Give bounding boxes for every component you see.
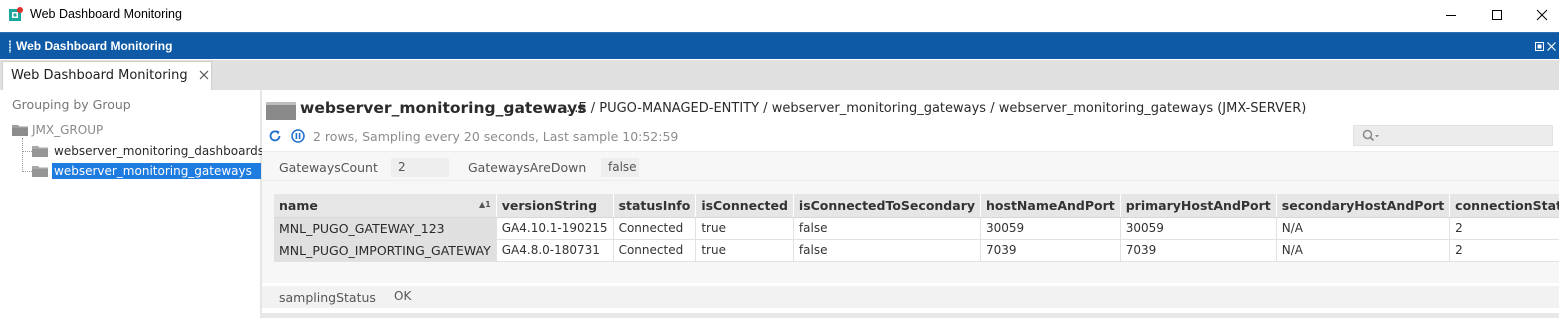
minimize-button[interactable] xyxy=(1428,0,1474,30)
bottom-scroll-strip xyxy=(262,313,1559,318)
sampling-status-bar: samplingStatus OK xyxy=(262,286,1559,308)
gateways-down-label: GatewaysAreDown xyxy=(468,160,587,175)
breadcrumb-path: ...E / PUGO-MANAGED-ENTITY / webserver_m… xyxy=(566,101,1307,116)
tree-root-jmx-group[interactable]: JMX_GROUP xyxy=(12,122,103,138)
cell-name: MNL_PUGO_IMPORTING_GATEWAY xyxy=(274,239,497,262)
restore-panel-icon[interactable] xyxy=(1535,42,1544,51)
gateways-table: name ▲1 versionString statusInfo isConnec… xyxy=(274,194,1559,262)
dataview-icon xyxy=(266,102,296,120)
column-header-label: name xyxy=(279,197,318,213)
column-header-secondaryhostandport[interactable]: secondaryHostAndPort xyxy=(1276,194,1451,218)
maximize-button[interactable] xyxy=(1474,0,1520,30)
tree-item-label: webserver_monitoring_dashboards xyxy=(54,144,265,158)
cell-hostnameandport: 7039 xyxy=(980,239,1121,262)
tree-root-label: JMX_GROUP xyxy=(32,123,104,137)
cell-name: MNL_PUGO_GATEWAY_123 xyxy=(274,217,497,240)
cell-secondaryhostandport: N/A xyxy=(1276,217,1451,240)
cell-primaryhostandport: 30059 xyxy=(1120,217,1277,240)
cell-statusinfo: Connected xyxy=(613,217,697,240)
cell-versionstring: GA4.8.0-180731 xyxy=(496,239,614,262)
tree-connector xyxy=(22,138,23,172)
table-row[interactable]: MNL_PUGO_GATEWAY_123 GA4.10.1-190215 Con… xyxy=(274,217,1559,240)
cell-isconnected: true xyxy=(695,239,794,262)
table-row[interactable]: MNL_PUGO_IMPORTING_GATEWAY GA4.8.0-18073… xyxy=(274,239,1559,262)
folder-icon xyxy=(32,146,48,157)
status-text: 2 rows, Sampling every 20 seconds, Last … xyxy=(313,128,679,144)
minimize-icon xyxy=(1446,15,1456,16)
folder-icon xyxy=(12,125,28,136)
sampling-status-value: OK xyxy=(387,288,419,306)
tab-web-dashboard-monitoring[interactable]: Web Dashboard Monitoring xyxy=(2,61,212,90)
window-titlebar: Web Dashboard Monitoring xyxy=(0,0,1559,30)
tree-item-webserver-monitoring-dashboards[interactable]: webserver_monitoring_dashboards xyxy=(32,141,266,161)
gateways-count-value: 2 xyxy=(391,158,449,177)
close-icon xyxy=(1536,9,1548,21)
data-table-area: name ▲1 versionString statusInfo isConnec… xyxy=(262,181,1559,283)
tab-close-icon[interactable] xyxy=(199,70,209,80)
cell-hostnameandport: 30059 xyxy=(980,217,1121,240)
tab-label: Web Dashboard Monitoring xyxy=(11,68,188,83)
column-header-isconnectedtosecondary[interactable]: isConnectedToSecondary xyxy=(793,194,982,218)
search-input[interactable] xyxy=(1353,125,1553,146)
close-window-button[interactable] xyxy=(1519,0,1559,30)
cell-connectionstate: 2 xyxy=(1449,239,1559,262)
app-icon xyxy=(9,7,23,21)
drag-grip-icon[interactable] xyxy=(9,40,11,53)
tree-item-label: webserver_monitoring_gateways xyxy=(52,163,261,179)
search-icon xyxy=(1362,129,1379,142)
maximize-icon xyxy=(1492,10,1502,20)
pause-icon[interactable] xyxy=(291,129,305,143)
sampling-status-row: 2 rows, Sampling every 20 seconds, Last … xyxy=(268,127,678,145)
tree-connector xyxy=(22,151,32,152)
cell-connectionstate: 2 xyxy=(1449,217,1559,240)
refresh-icon[interactable] xyxy=(268,129,282,143)
column-header-name[interactable]: name ▲1 xyxy=(274,194,497,218)
dataview-panel: webserver_monitoring_gateways ...E / PUG… xyxy=(262,90,1559,318)
sidebar-heading: Grouping by Group xyxy=(12,97,131,112)
tree-item-webserver-monitoring-gateways[interactable]: webserver_monitoring_gateways xyxy=(32,161,261,181)
gateways-down-value: false xyxy=(601,158,639,177)
tree-connector xyxy=(22,171,32,172)
dataview-title: webserver_monitoring_gateways xyxy=(300,99,587,117)
cell-versionstring: GA4.10.1-190215 xyxy=(496,217,614,240)
close-panel-icon[interactable] xyxy=(1547,42,1556,51)
grouping-sidebar: Grouping by Group JMX_GROUP webserver_mo… xyxy=(0,90,264,318)
gateways-count-label: GatewaysCount xyxy=(279,160,378,175)
panel-title: Web Dashboard Monitoring xyxy=(16,39,173,53)
cell-isconnected: true xyxy=(695,217,794,240)
cell-isconnectedtosecondary: false xyxy=(793,217,982,240)
column-header-versionstring[interactable]: versionString xyxy=(496,194,614,218)
window-title: Web Dashboard Monitoring xyxy=(30,7,182,21)
cell-statusinfo: Connected xyxy=(613,239,697,262)
panel-header-bar: Web Dashboard Monitoring xyxy=(0,32,1559,59)
column-header-connectionstate[interactable]: connectionState xyxy=(1449,194,1559,218)
sampling-status-label: samplingStatus xyxy=(279,290,376,305)
cell-isconnectedtosecondary: false xyxy=(793,239,982,262)
table-header-row: name ▲1 versionString statusInfo isConnec… xyxy=(274,194,1559,218)
column-header-hostnameandport[interactable]: hostNameAndPort xyxy=(980,194,1121,218)
tab-bar: Web Dashboard Monitoring xyxy=(0,60,1559,90)
headline-properties: GatewaysCount 2 GatewaysAreDown false xyxy=(262,151,1559,181)
sort-ascending-icon: ▲1 xyxy=(479,199,491,209)
cell-primaryhostandport: 7039 xyxy=(1120,239,1277,262)
column-header-statusinfo[interactable]: statusInfo xyxy=(613,194,697,218)
cell-secondaryhostandport: N/A xyxy=(1276,239,1451,262)
column-header-primaryhostandport[interactable]: primaryHostAndPort xyxy=(1120,194,1277,218)
folder-icon xyxy=(32,166,48,177)
column-header-isconnected[interactable]: isConnected xyxy=(695,194,794,218)
